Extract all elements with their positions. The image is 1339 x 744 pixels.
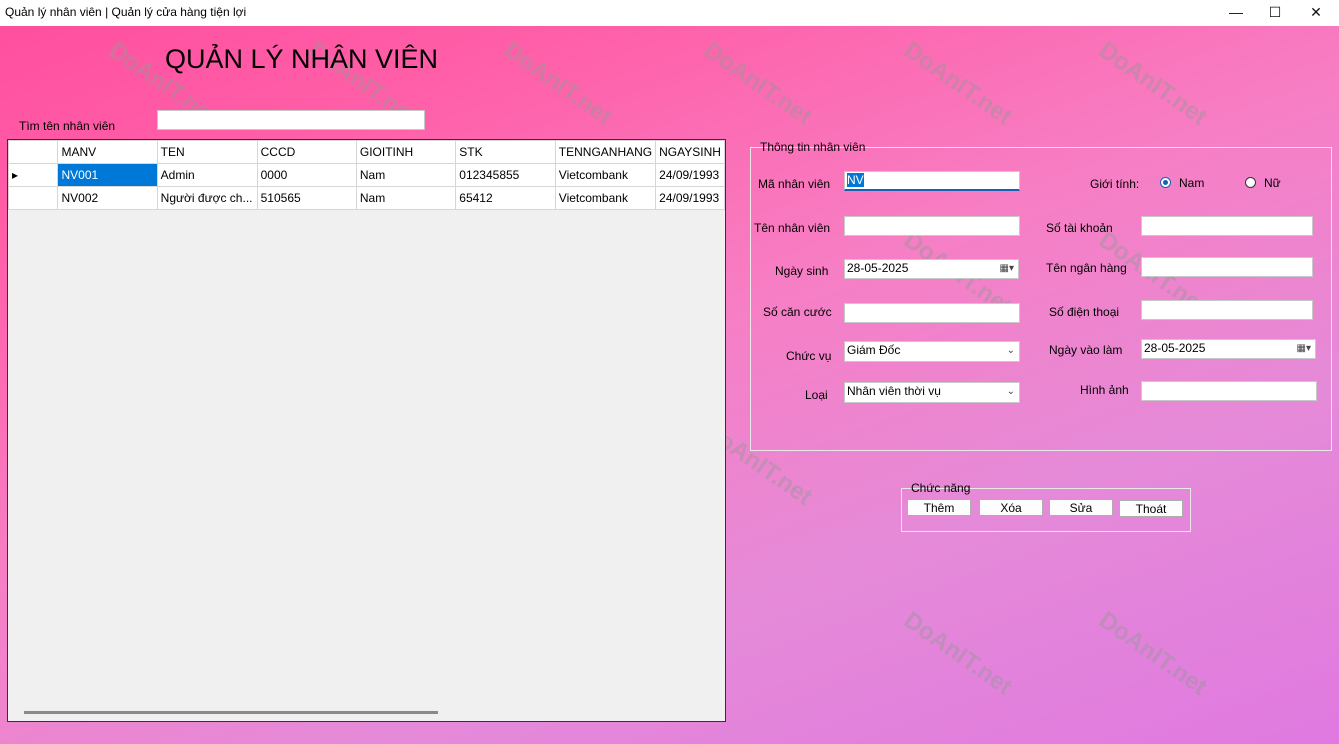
maximize-button[interactable]: ☐ [1252,0,1298,26]
account-number-field[interactable] [1141,216,1313,236]
column-header[interactable]: TENNGANHANG [554,140,657,164]
employee-info-group: Thông tin nhân viên [750,140,1332,451]
birthdate-label: Ngày sinh [775,264,829,278]
employee-id-field[interactable]: NV [844,171,1020,191]
grid-header-row: MANV TEN CCCD GIOITINH STK TENNGANHANG N… [8,140,725,164]
table-cell[interactable]: 510565 [256,186,357,210]
gender-male-label[interactable]: Nam [1179,176,1204,190]
account-number-label: Số tài khoản [1046,221,1113,235]
type-label: Loại [805,388,828,402]
start-date-picker[interactable]: 28-05-2025 ▦▾ [1141,339,1316,359]
column-header[interactable]: CCCD [256,140,357,164]
table-cell[interactable]: NV001 [57,163,158,187]
start-date-value: 28-05-2025 [1144,341,1206,355]
calendar-dropdown-icon[interactable]: ▦▾ [1000,260,1014,277]
table-cell[interactable]: 0000 [256,163,357,187]
table-cell[interactable]: NV002 [57,186,158,210]
bank-name-label: Tên ngân hàng [1046,261,1127,275]
chevron-down-icon[interactable]: ⌄ [1007,383,1015,400]
gender-female-label[interactable]: Nữ [1264,176,1281,190]
id-card-label: Số căn cước [763,305,832,319]
image-label: Hình ảnh [1080,383,1129,397]
add-button[interactable]: Thêm [907,499,971,516]
birthdate-picker[interactable]: 28-05-2025 ▦▾ [844,259,1019,279]
table-cell[interactable]: Nam [355,163,457,187]
table-cell[interactable]: Admin [156,163,258,187]
row-selector[interactable] [8,186,59,210]
gender-label: Giới tính: [1090,177,1140,191]
table-cell[interactable]: 24/09/1993 [655,186,725,210]
column-header[interactable]: NGAYSINH [655,140,725,164]
gender-male-radio[interactable] [1160,177,1171,188]
search-label: Tìm tên nhân viên [19,119,116,133]
start-date-label: Ngày vào làm [1049,343,1123,357]
column-header[interactable]: MANV [57,140,158,164]
table-cell[interactable]: Vietcombank [554,163,657,187]
column-header[interactable]: STK [455,140,556,164]
horizontal-scrollbar[interactable] [24,711,438,714]
image-field[interactable] [1141,381,1317,401]
delete-button[interactable]: Xóa [979,499,1043,516]
table-cell[interactable]: Người được ch... [156,186,258,210]
table-row[interactable]: ▸ NV001 Admin 0000 Nam 012345855 Vietcom… [8,163,725,187]
employee-type-value: Nhân viên thời vụ [847,384,941,398]
row-selector-icon[interactable]: ▸ [8,163,59,187]
edit-button[interactable]: Sửa [1049,499,1113,516]
employee-grid[interactable]: MANV TEN CCCD GIOITINH STK TENNGANHANG N… [7,139,726,722]
group-title: Thông tin nhân viên [760,140,866,154]
table-cell[interactable]: 012345855 [455,163,556,187]
row-header-corner [8,140,59,164]
column-header[interactable]: GIOITINH [355,140,457,164]
phone-label: Số điện thoại [1049,305,1120,319]
table-cell[interactable]: 24/09/1993 [655,163,725,187]
position-label: Chức vụ [786,349,832,363]
exit-button[interactable]: Thoát [1119,500,1183,517]
window-title: Quản lý nhân viên | Quản lý cửa hàng tiệ… [5,5,247,19]
id-card-field[interactable] [844,303,1020,323]
table-cell[interactable]: Nam [355,186,457,210]
employee-type-select[interactable]: Nhân viên thời vụ ⌄ [844,382,1020,403]
phone-field[interactable] [1141,300,1313,320]
table-row[interactable]: NV002 Người được ch... 510565 Nam 65412 … [8,186,725,210]
chevron-down-icon[interactable]: ⌄ [1007,342,1015,359]
group-title: Chức năng [911,481,971,495]
birthdate-value: 28-05-2025 [847,261,909,275]
search-input[interactable] [157,110,425,130]
bank-name-field[interactable] [1141,257,1313,277]
employee-name-label: Tên nhân viên [754,221,831,235]
employee-id-label: Mã nhân viên [758,177,831,191]
employee-name-field[interactable] [844,216,1020,236]
page-title: QUẢN LÝ NHÂN VIÊN [165,44,439,74]
table-cell[interactable]: Vietcombank [554,186,657,210]
gender-female-radio[interactable] [1245,177,1256,188]
title-bar: Quản lý nhân viên | Quản lý cửa hàng tiệ… [0,0,1339,26]
position-select[interactable]: Giám Đốc ⌄ [844,341,1020,362]
column-header[interactable]: TEN [156,140,258,164]
close-button[interactable]: ✕ [1293,0,1339,26]
table-cell[interactable]: 65412 [455,186,556,210]
position-value: Giám Đốc [847,343,901,357]
calendar-dropdown-icon[interactable]: ▦▾ [1297,340,1311,357]
